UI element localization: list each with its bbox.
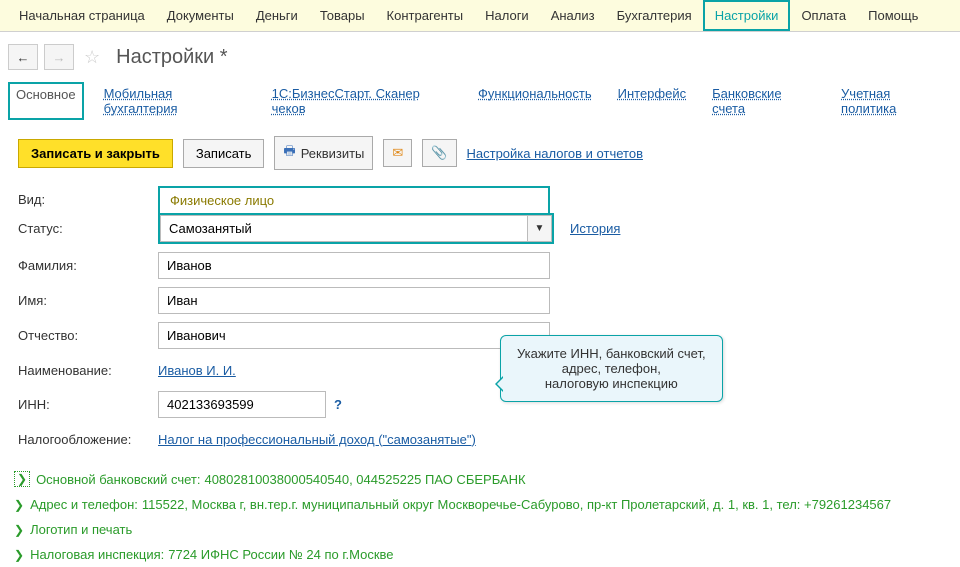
topnav-item-6[interactable]: Анализ: [540, 1, 606, 30]
topnav-item-3[interactable]: Товары: [309, 1, 376, 30]
printer-icon: 🖶: [283, 142, 295, 164]
expand-item-2[interactable]: ❯Логотип и печать: [14, 517, 952, 542]
help-icon[interactable]: ?: [334, 397, 342, 412]
status-select[interactable]: ▼: [160, 215, 552, 242]
firstname-input[interactable]: [158, 287, 550, 314]
star-icon[interactable]: ☆: [84, 47, 100, 68]
form: Вид: Физическое лицо Статус: ▼ История Ф…: [0, 182, 960, 452]
tax-settings-link[interactable]: Настройка налогов и отчетов: [467, 146, 643, 161]
save-button[interactable]: Записать: [183, 139, 265, 168]
subtab-2[interactable]: 1С:БизнесСтарт. Сканер чеков: [266, 82, 458, 120]
taxation-link[interactable]: Налог на профессиональный доход ("самоза…: [158, 432, 476, 447]
expand-item-0[interactable]: ❯Основной банковский счет:40802810038000…: [14, 466, 952, 492]
taxation-label: Налогообложение:: [18, 432, 158, 447]
mail-button[interactable]: ✉: [383, 139, 412, 167]
topnav-item-7[interactable]: Бухгалтерия: [606, 1, 703, 30]
vid-label: Вид:: [18, 192, 158, 207]
back-button[interactable]: ←: [8, 44, 38, 70]
topnav-item-9[interactable]: Оплата: [790, 1, 857, 30]
expand-list: ❯Основной банковский счет:40802810038000…: [0, 460, 960, 567]
subtab-4[interactable]: Интерфейс: [612, 82, 692, 120]
subtab-3[interactable]: Функциональность: [472, 82, 598, 120]
chevron-down-icon[interactable]: ▼: [528, 215, 552, 242]
subtab-6[interactable]: Учетная политика: [835, 82, 952, 120]
naming-label: Наименование:: [18, 363, 158, 378]
subtabs: Основное Мобильная бухгалтерия 1С:БизнесСт…: [0, 76, 960, 130]
paperclip-icon: 📎: [431, 145, 447, 161]
save-close-button[interactable]: Записать и закрыть: [18, 139, 173, 168]
lastname-input[interactable]: [158, 252, 550, 279]
props-button[interactable]: 🖶 Реквизиты: [274, 136, 373, 170]
topnav-item-5[interactable]: Налоги: [474, 1, 540, 30]
action-bar: Записать и закрыть Записать 🖶 Реквизиты …: [0, 130, 960, 182]
attach-button[interactable]: 📎: [422, 139, 456, 167]
chevron-right-icon: ❯: [14, 498, 24, 512]
expand-item-3[interactable]: ❯Налоговая инспекция:7724 ИФНС России № …: [14, 542, 952, 567]
topnav-item-10[interactable]: Помощь: [857, 1, 929, 30]
history-link[interactable]: История: [570, 221, 620, 236]
toolbar: ← → ☆ Настройки *: [0, 32, 960, 76]
envelope-icon: ✉: [392, 145, 403, 161]
inn-label: ИНН:: [18, 397, 158, 412]
chevron-right-icon: ❯: [14, 471, 30, 487]
lastname-label: Фамилия:: [18, 258, 158, 273]
hint-callout: Укажите ИНН, банковский счет, адрес, тел…: [500, 335, 723, 402]
topnav-item-1[interactable]: Документы: [156, 1, 245, 30]
subtab-5[interactable]: Банковские счета: [706, 82, 821, 120]
forward-button: →: [44, 44, 74, 70]
patronymic-input[interactable]: [158, 322, 550, 349]
firstname-label: Имя:: [18, 293, 158, 308]
page-title: Настройки *: [116, 46, 227, 69]
patronymic-label: Отчество:: [18, 328, 158, 343]
chevron-right-icon: ❯: [14, 548, 24, 562]
topnav-item-4[interactable]: Контрагенты: [376, 1, 475, 30]
expand-item-1[interactable]: ❯Адрес и телефон:115522, Москва г, вн.те…: [14, 492, 952, 517]
subtab-0[interactable]: Основное: [8, 82, 84, 120]
topnav-item-2[interactable]: Деньги: [245, 1, 309, 30]
naming-link[interactable]: Иванов И. И.: [158, 363, 236, 378]
topnav-item-8[interactable]: Настройки: [703, 0, 791, 31]
vid-value: Физическое лицо: [160, 188, 548, 213]
subtab-1[interactable]: Мобильная бухгалтерия: [98, 82, 252, 120]
status-input[interactable]: [160, 215, 528, 242]
topnav-item-0[interactable]: Начальная страница: [8, 1, 156, 30]
top-nav: Начальная страницаДокументыДеньгиТоварыК…: [0, 0, 960, 32]
inn-input[interactable]: [158, 391, 326, 418]
status-label: Статус:: [18, 221, 158, 236]
